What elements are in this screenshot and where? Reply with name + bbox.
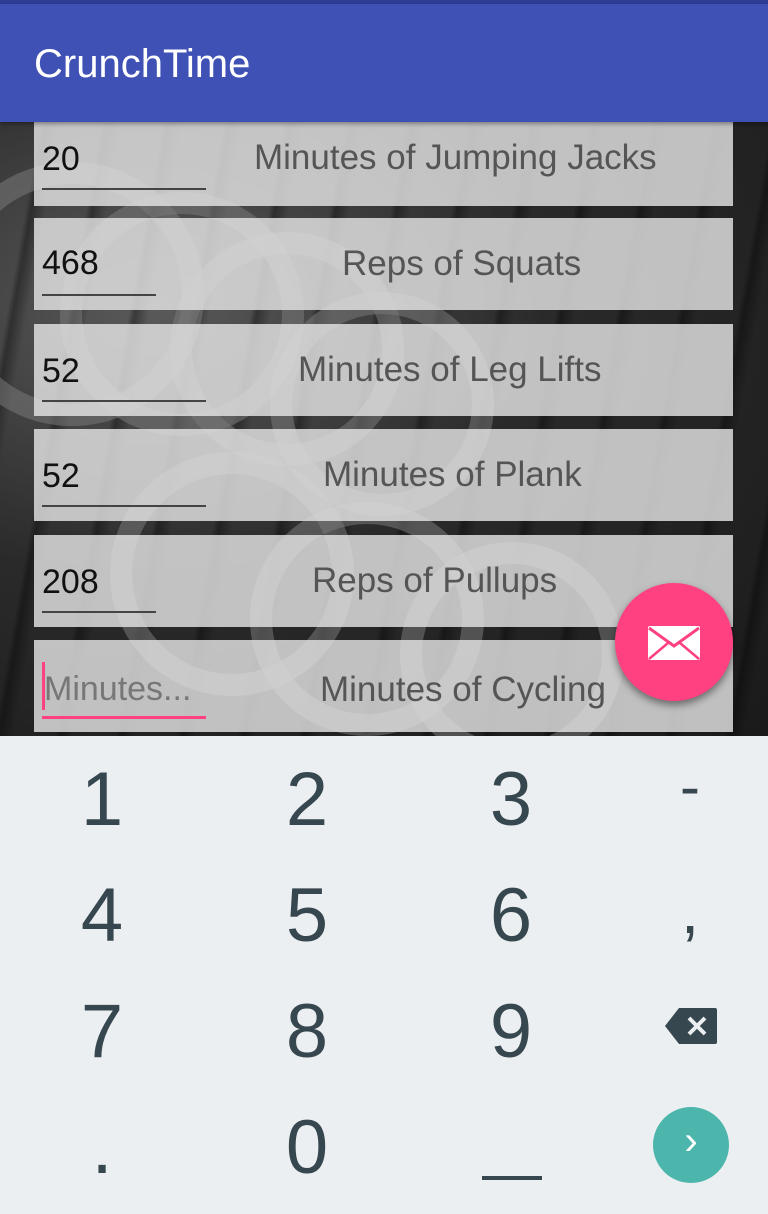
input-underline <box>42 611 156 613</box>
key-minus[interactable]: - <box>630 752 750 821</box>
key-1[interactable]: 1 <box>42 756 162 843</box>
mail-icon <box>648 626 700 660</box>
input-underline <box>42 294 156 296</box>
exercise-row: 52 Minutes of Leg Lifts <box>34 324 733 416</box>
exercise-label: Minutes of Leg Lifts <box>298 350 602 389</box>
input-underline <box>42 188 206 190</box>
exercise-input[interactable]: 20 <box>42 140 80 179</box>
key-3[interactable]: 3 <box>451 756 571 843</box>
app-bar: CrunchTime <box>0 4 768 122</box>
input-underline <box>42 505 206 507</box>
exercise-input[interactable]: 468 <box>42 244 99 283</box>
exercise-input[interactable]: 52 <box>42 352 80 391</box>
input-underline-focused <box>42 716 206 719</box>
exercise-input-placeholder[interactable]: Minutes... <box>44 670 191 709</box>
key-7[interactable]: 7 <box>42 988 162 1075</box>
key-0[interactable]: 0 <box>247 1104 367 1191</box>
exercise-input[interactable]: 52 <box>42 457 80 496</box>
go-button[interactable]: › <box>653 1107 729 1183</box>
exercise-row: 468 Reps of Squats <box>34 218 733 310</box>
exercise-label: Minutes of Jumping Jacks <box>254 138 657 177</box>
exercise-label: Minutes of Plank <box>323 455 582 494</box>
send-email-button[interactable] <box>615 583 733 701</box>
key-8[interactable]: 8 <box>247 988 367 1075</box>
exercise-label: Minutes of Cycling <box>320 670 606 709</box>
numeric-keyboard: 1 2 3 - 4 5 6 , 7 8 9 . 0 › <box>0 736 768 1214</box>
backspace-icon[interactable] <box>665 1008 717 1044</box>
exercise-row: 20 Minutes of Jumping Jacks <box>34 122 733 206</box>
exercise-input[interactable]: 208 <box>42 563 99 602</box>
exercise-row: 52 Minutes of Plank <box>34 429 733 521</box>
space-icon[interactable] <box>482 1176 542 1180</box>
exercise-label: Reps of Squats <box>342 244 582 283</box>
key-6[interactable]: 6 <box>451 872 571 959</box>
app-title: CrunchTime <box>34 42 251 86</box>
key-4[interactable]: 4 <box>42 872 162 959</box>
key-9[interactable]: 9 <box>451 988 571 1075</box>
key-5[interactable]: 5 <box>247 872 367 959</box>
chevron-right-icon: › <box>684 1119 698 1163</box>
key-period[interactable]: . <box>42 1104 162 1191</box>
key-comma[interactable]: , <box>630 872 750 948</box>
key-2[interactable]: 2 <box>247 756 367 843</box>
exercise-label: Reps of Pullups <box>312 561 558 600</box>
input-underline <box>42 400 206 402</box>
